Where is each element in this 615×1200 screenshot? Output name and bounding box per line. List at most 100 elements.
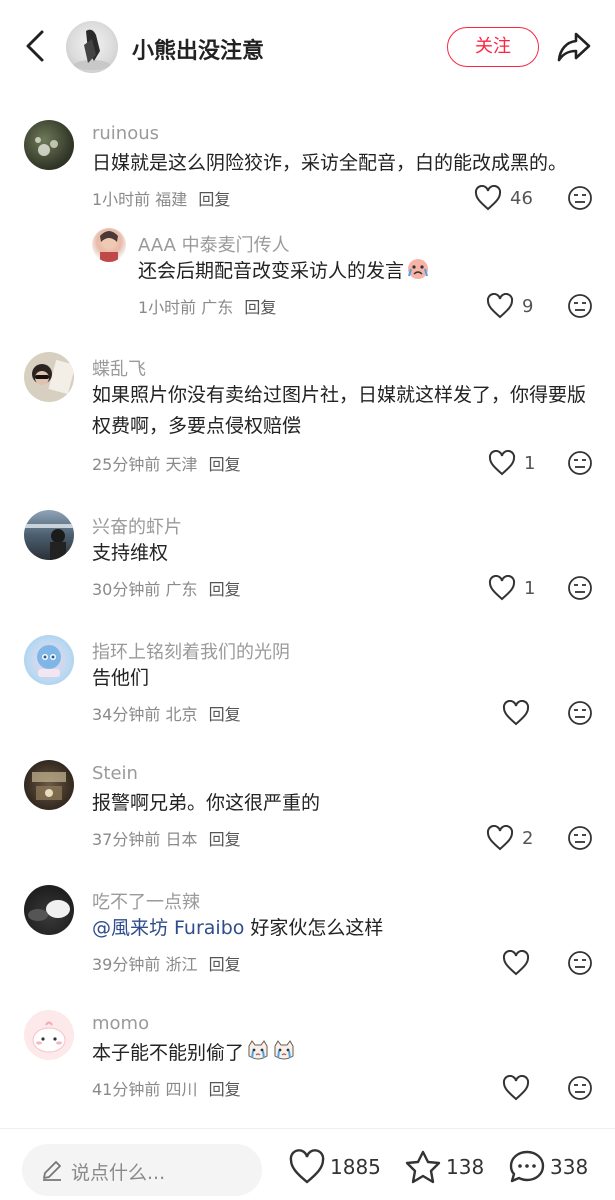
heart-icon [488, 575, 516, 601]
reply-button[interactable]: 回复 [209, 705, 241, 724]
comment-input-placeholder: 说点什么... [71, 1162, 166, 1184]
comment-location: 天津 [165, 455, 198, 474]
comment-text: 报警啊兄弟。你这很严重的 [92, 792, 321, 814]
bottom-action-bar: 说点什么... 1885 138 338 [0, 1128, 615, 1200]
like-count: 9 [522, 295, 534, 317]
post-like-button[interactable]: 1885 [288, 1149, 381, 1185]
reply-user-avatar[interactable] [92, 228, 126, 262]
author-avatar[interactable] [66, 21, 118, 73]
like-button[interactable]: 2 [486, 823, 533, 853]
comment-time: 34分钟前 [92, 705, 161, 724]
comment-location: 福建 [155, 190, 188, 209]
like-button[interactable]: 1 [488, 573, 535, 603]
comment-location: 浙江 [165, 955, 198, 974]
comment-time: 1小时前 [92, 190, 151, 209]
reply-text: 还会后期配音改变采访人的发言 [138, 256, 430, 287]
back-arrow-icon[interactable] [20, 28, 50, 64]
comment-location: 日本 [165, 830, 198, 849]
heart-icon [488, 450, 516, 476]
heart-icon [486, 825, 514, 851]
share-icon[interactable] [556, 30, 592, 64]
star-icon [405, 1150, 441, 1184]
like-button[interactable] [502, 948, 538, 978]
comment-meta: 30分钟前 广东 回复 [92, 576, 241, 600]
comment-text: 日媒就是这么阴险狡诈，采访全配音，白的能改成黑的。 [92, 152, 568, 174]
reply-button[interactable]: 回复 [209, 1080, 241, 1099]
username[interactable]: ruinous [92, 123, 159, 144]
heart-icon [474, 185, 502, 211]
comment-time: 39分钟前 [92, 955, 161, 974]
like-button[interactable] [502, 1073, 538, 1103]
comment-input[interactable]: 说点什么... [22, 1144, 262, 1196]
comment-text: 如果照片你没有卖给过图片社，日媒就这样发了，你得要版权费啊，多要点侵权赔偿 [92, 384, 587, 437]
dislike-face-icon[interactable] [567, 700, 593, 726]
username[interactable]: 吃不了一点辣 [92, 888, 200, 914]
comment-text: 告他们 [92, 667, 150, 689]
like-count: 1 [524, 452, 536, 474]
heart-icon [289, 1149, 325, 1184]
crying-face-emoji-icon [408, 259, 429, 279]
dislike-face-icon[interactable] [567, 185, 593, 211]
like-button[interactable]: 1 [488, 448, 535, 478]
heart-icon [502, 700, 530, 726]
like-count: 1 [524, 577, 536, 599]
comment-location: 四川 [165, 1080, 198, 1099]
user-avatar[interactable] [24, 1010, 74, 1060]
comment-location: 广东 [165, 580, 198, 599]
username[interactable]: Stein [92, 763, 138, 784]
like-button[interactable]: 46 [474, 183, 533, 213]
username[interactable]: 兴奋的虾片 [92, 513, 182, 539]
like-button[interactable]: 9 [486, 291, 533, 321]
reply-button[interactable]: 回复 [209, 580, 241, 599]
heart-icon [502, 1075, 530, 1101]
user-avatar[interactable] [24, 352, 74, 402]
dislike-face-icon[interactable] [567, 450, 593, 476]
comment-time: 30分钟前 [92, 580, 161, 599]
reply-button[interactable]: 回复 [244, 298, 276, 317]
reply-button[interactable]: 回复 [209, 455, 241, 474]
pen-icon [43, 1161, 61, 1181]
reply-time: 1小时前 [138, 298, 197, 317]
comment-meta: 25分钟前 天津 回复 [92, 451, 241, 475]
heart-icon [486, 293, 514, 319]
like-button[interactable] [502, 698, 538, 728]
favorite-button[interactable]: 138 [404, 1149, 484, 1185]
comment-meta: 1小时前 福建 回复 [92, 186, 230, 210]
username[interactable]: 蝶乱飞 [92, 355, 146, 381]
user-avatar[interactable] [24, 510, 74, 560]
user-mention-link[interactable]: @風来坊 Furaibo [92, 917, 244, 939]
speech-bubble-icon [509, 1150, 545, 1183]
dislike-face-icon[interactable] [567, 950, 593, 976]
follow-button[interactable]: 关注 [447, 27, 539, 67]
author-name[interactable]: 小熊出没注意 [132, 33, 264, 65]
post-like-count: 1885 [330, 1155, 381, 1179]
dislike-face-icon[interactable] [567, 575, 593, 601]
comment-text: 支持维权 [92, 542, 169, 564]
crying-cat-emoji-icon [274, 1040, 294, 1060]
top-bar: 小熊出没注意 关注 [0, 0, 615, 95]
reply-button[interactable]: 回复 [209, 830, 241, 849]
dislike-face-icon[interactable] [567, 825, 593, 851]
reply-button[interactable]: 回复 [209, 955, 241, 974]
reply-meta: 1小时前 广东 回复 [138, 294, 276, 318]
comment-meta: 39分钟前 浙江 回复 [92, 951, 241, 975]
comment-time: 37分钟前 [92, 830, 161, 849]
comment-time: 41分钟前 [92, 1080, 161, 1099]
comment-location: 北京 [165, 705, 198, 724]
username[interactable]: momo [92, 1013, 149, 1034]
dislike-face-icon[interactable] [567, 293, 593, 319]
comment-text: 本子能不能别偷了 [92, 1038, 296, 1069]
favorite-count: 138 [446, 1155, 485, 1179]
crying-cat-emoji-icon [248, 1040, 268, 1060]
dislike-face-icon[interactable] [567, 1075, 593, 1101]
user-avatar[interactable] [24, 760, 74, 810]
reply-button[interactable]: 回复 [198, 190, 230, 209]
reply-username[interactable]: AAA 中泰麦门传人 [138, 231, 290, 257]
user-avatar[interactable] [24, 120, 74, 170]
comment-time: 25分钟前 [92, 455, 161, 474]
username[interactable]: 指环上铭刻着我们的光阴 [92, 638, 290, 664]
user-avatar[interactable] [24, 885, 74, 935]
comments-button[interactable]: 338 [508, 1149, 588, 1185]
user-avatar[interactable] [24, 635, 74, 685]
comment-text: @風来坊 Furaibo 好家伙怎么这样 [92, 917, 384, 939]
